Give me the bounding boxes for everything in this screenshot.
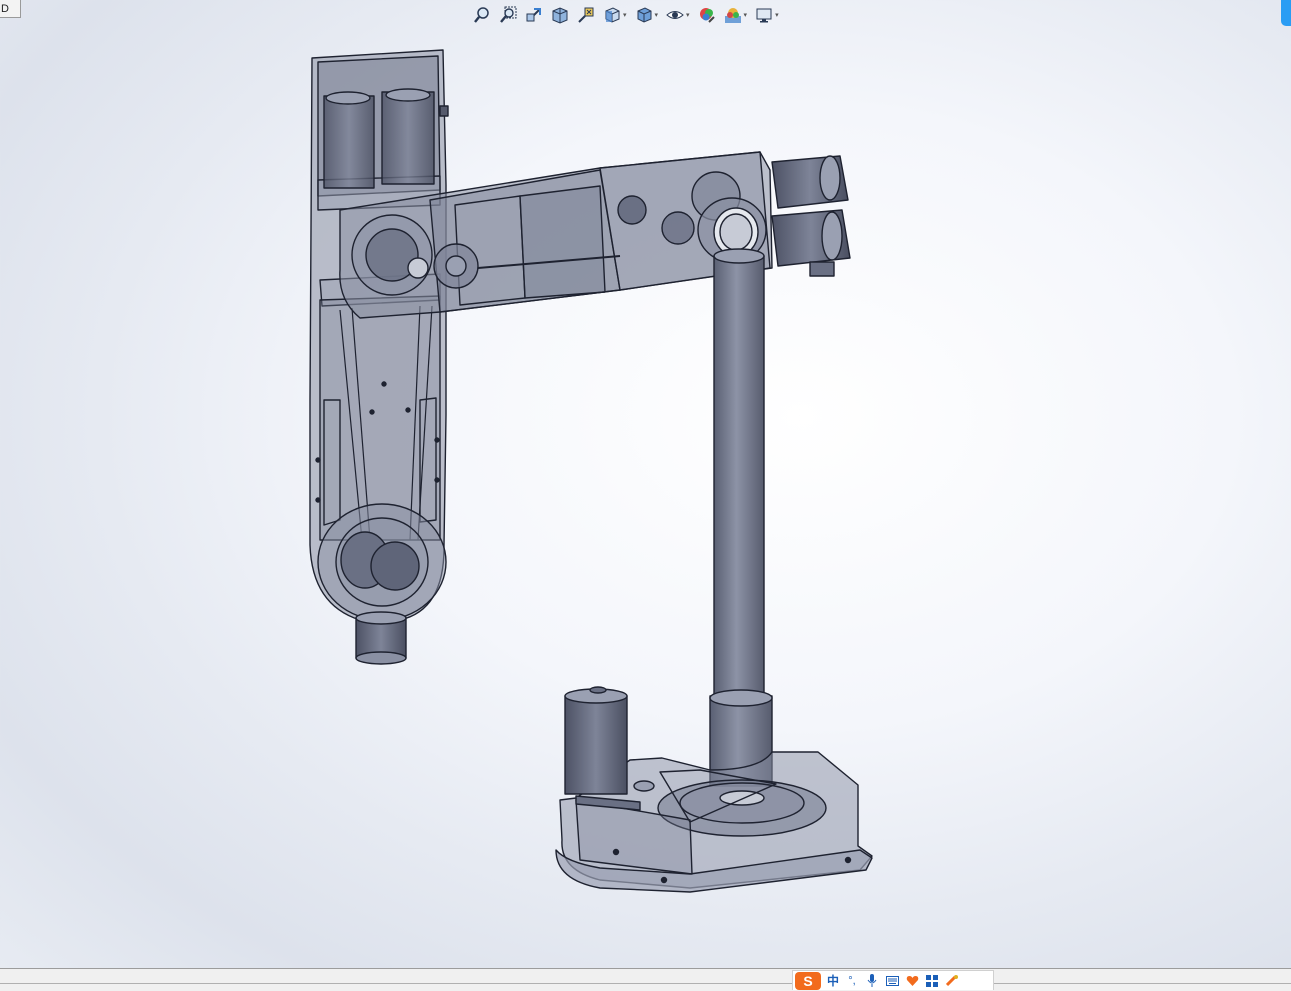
settings-icon[interactable] (945, 974, 959, 988)
top-motors (323, 88, 449, 189)
status-bar-divider (0, 983, 1291, 984)
punctuation-icon[interactable]: °, (845, 974, 859, 988)
microphone-icon[interactable] (865, 974, 879, 988)
vertical-column (709, 248, 773, 787)
ime-toolbar: S 中 °, (792, 970, 994, 990)
graphics-viewport[interactable] (0, 0, 1291, 990)
keyboard-icon[interactable] (885, 974, 899, 988)
status-bar (0, 968, 1291, 991)
ime-language-toggle[interactable]: 中 (827, 972, 839, 989)
wrist-pulley (317, 503, 447, 665)
sogou-logo-icon[interactable]: S (795, 971, 821, 990)
skin-icon[interactable] (905, 974, 919, 988)
toolbox-icon[interactable] (925, 974, 939, 988)
robot-arm-assembly-icon (309, 49, 873, 893)
shoulder-motors (771, 155, 851, 277)
